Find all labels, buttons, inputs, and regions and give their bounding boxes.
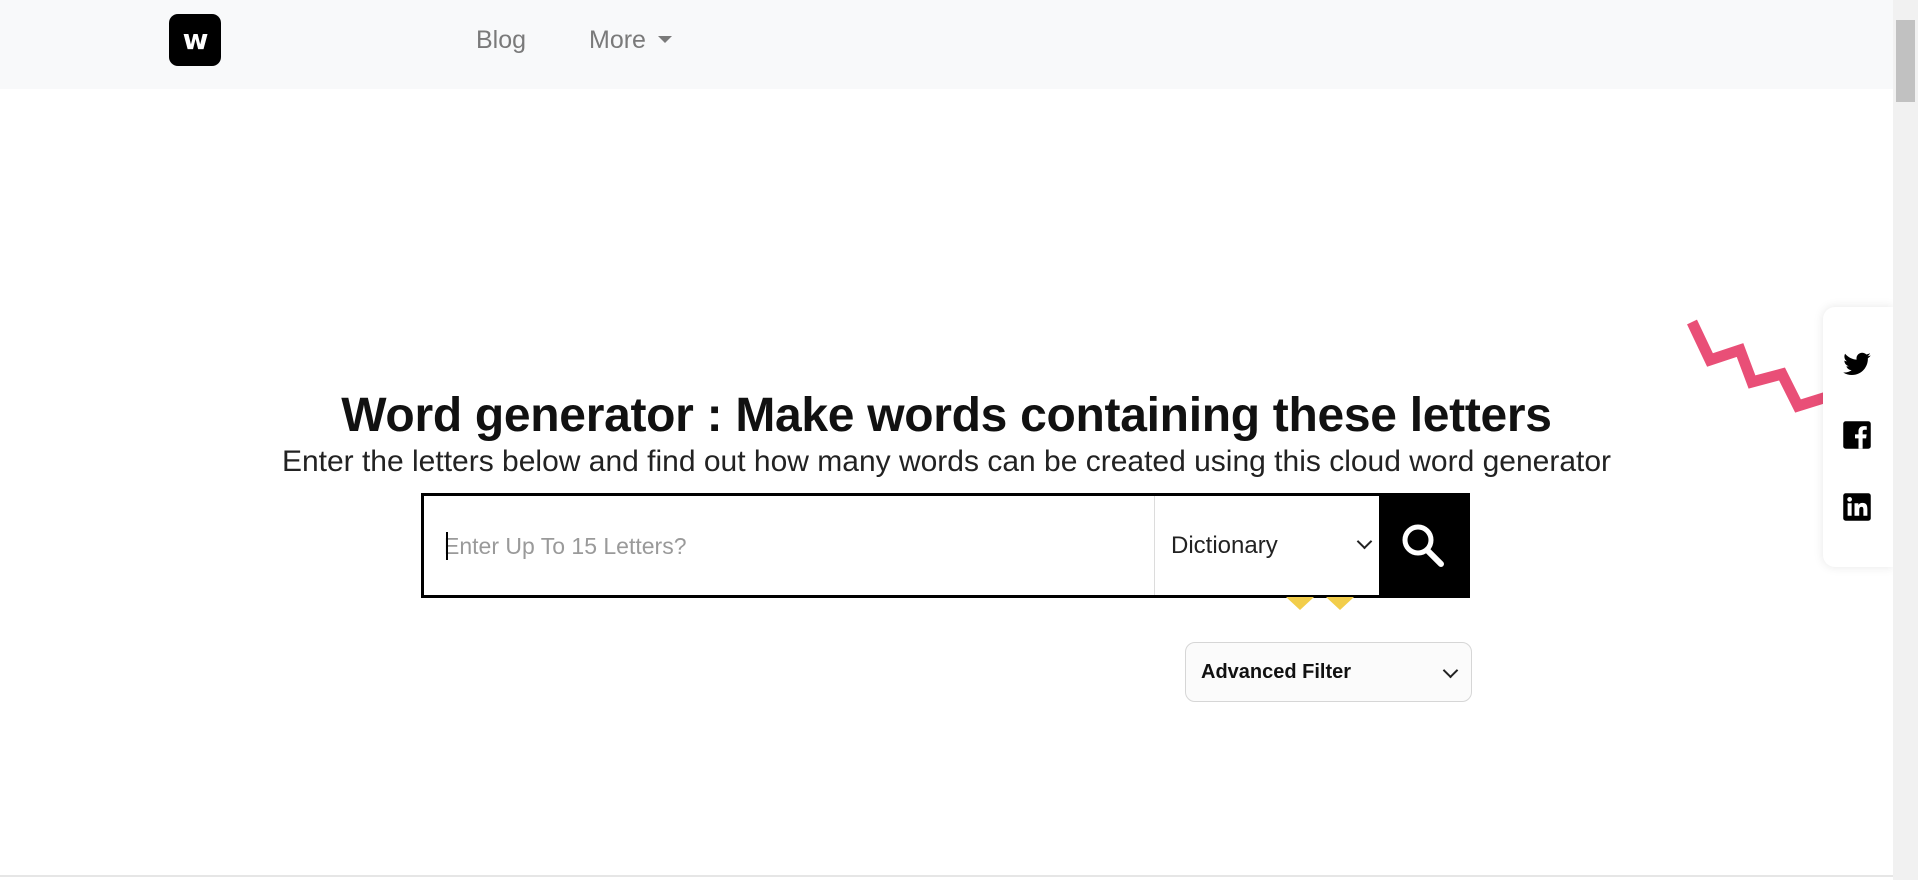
search-form: Dictionary [421,493,1470,598]
text-cursor [446,532,448,560]
yellow-triangle-decoration [1286,597,1314,610]
nav-link-blog[interactable]: Blog [476,24,526,56]
linkedin-icon[interactable] [1842,492,1872,522]
letters-input[interactable] [442,496,1146,597]
nav-more-label: More [589,26,646,54]
scrollbar-thumb[interactable] [1896,20,1915,102]
chevron-down-icon [1442,662,1459,679]
yellow-triangle-decoration [1326,597,1354,610]
top-navbar: w Blog More [0,0,1893,89]
page-bottom-divider [0,875,1893,877]
dictionary-select[interactable]: Dictionary [1163,496,1381,595]
advanced-filter-label: Advanced Filter [1201,661,1352,683]
page-title: Word generator : Make words containing t… [341,389,1552,442]
search-icon [1402,524,1444,567]
vertical-scrollbar[interactable] [1893,0,1918,880]
facebook-icon[interactable] [1842,420,1872,450]
dictionary-select-value: Dictionary [1171,532,1278,559]
social-share-panel [1823,307,1893,567]
search-divider [1154,496,1155,595]
site-logo[interactable]: w [169,14,221,66]
page-subtitle: Enter the letters below and find out how… [281,445,1612,478]
chevron-down-icon [1356,533,1373,550]
twitter-icon[interactable] [1842,349,1872,379]
page: w Blog More Word generator : Make words … [0,0,1918,880]
advanced-filter-button[interactable]: Advanced Filter [1185,642,1472,702]
caret-down-icon [657,35,672,43]
nav-more-dropdown[interactable]: More [589,24,672,56]
search-button[interactable] [1379,496,1467,595]
